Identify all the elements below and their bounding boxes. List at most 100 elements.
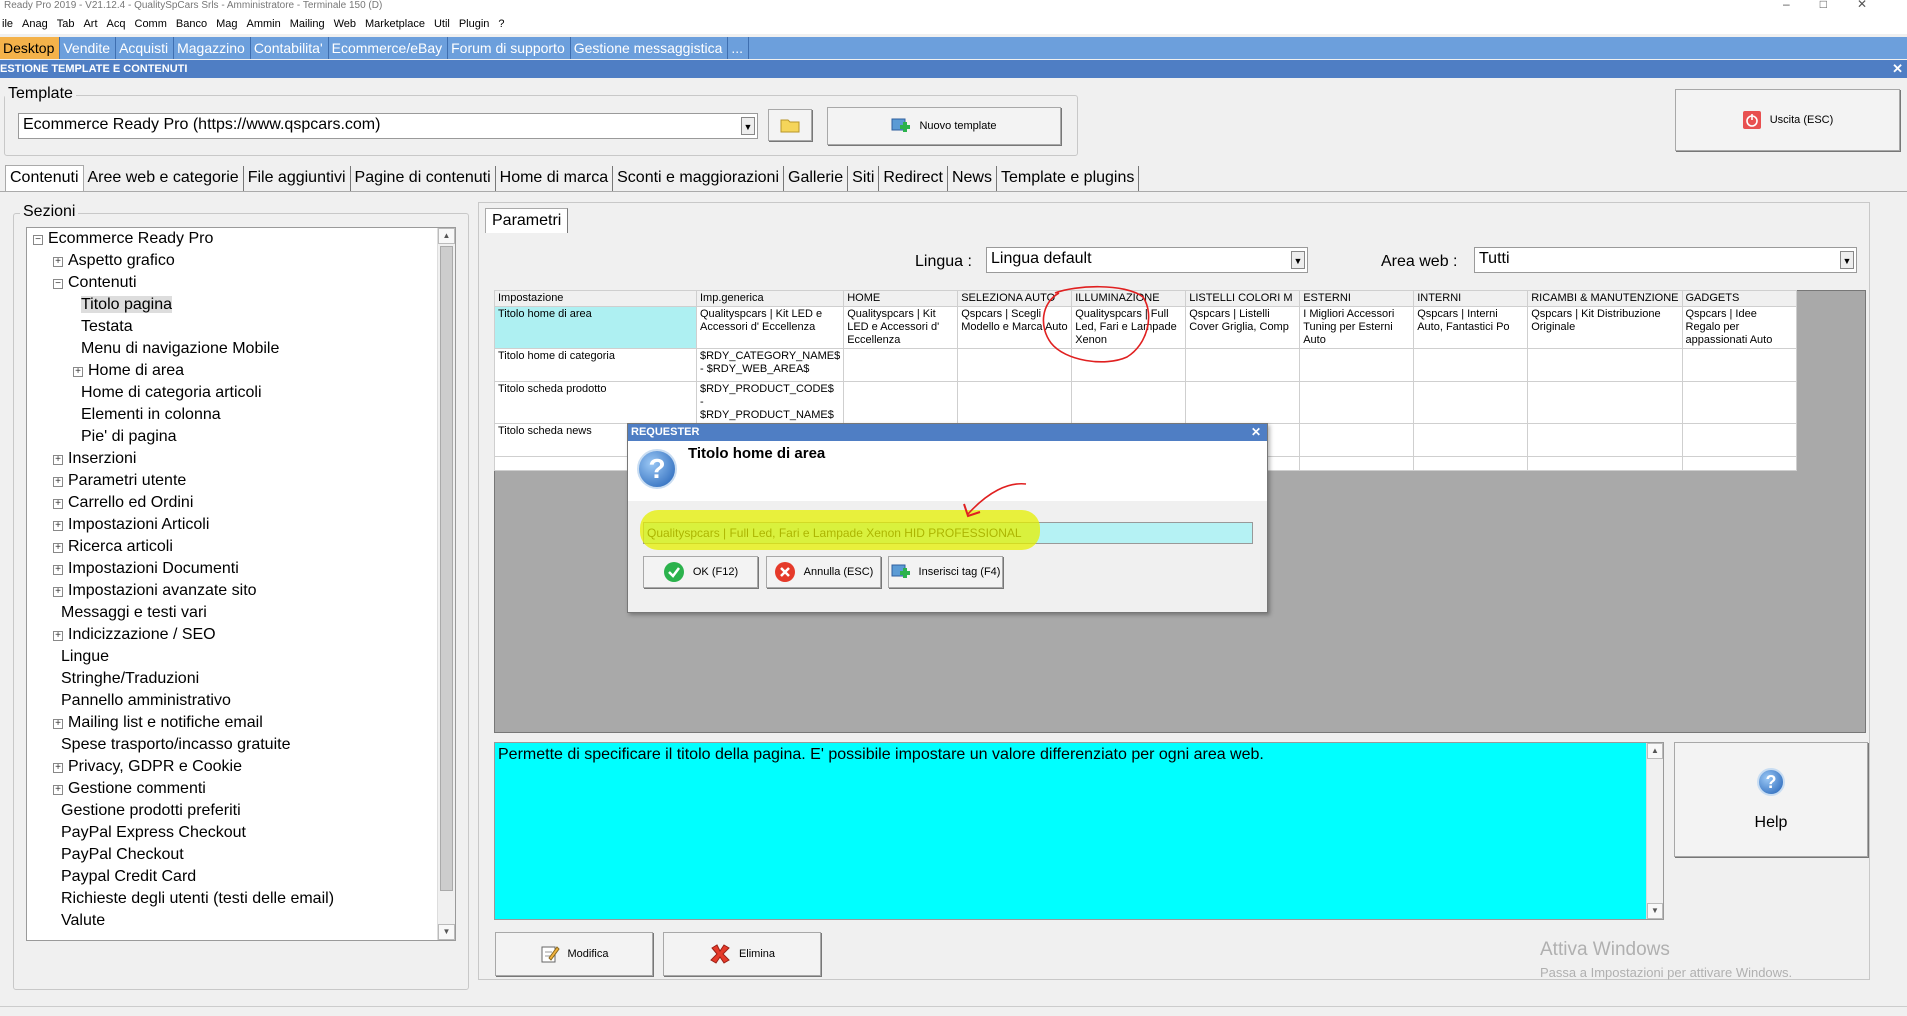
grid-cell[interactable]: Qspcars | Listelli Cover Griglia, Comp <box>1185 306 1301 349</box>
collapse-icon[interactable]: − <box>33 235 43 245</box>
section-close-icon[interactable]: ✕ <box>1892 60 1903 78</box>
dropdown-arrow-icon[interactable]: ▼ <box>741 117 755 135</box>
tree-item[interactable]: − Contenuti <box>53 272 137 294</box>
tree-item[interactable]: + Home di area <box>73 360 184 382</box>
tree-scroll-thumb[interactable] <box>440 246 453 891</box>
menu-item[interactable]: Plugin <box>457 14 490 34</box>
grid-cell[interactable] <box>1527 381 1683 424</box>
module-tab[interactable]: Forum di supporto <box>448 37 571 59</box>
window-controls[interactable]: –□✕ <box>1783 0 1897 10</box>
dropdown-arrow-icon[interactable]: ▼ <box>1840 251 1854 269</box>
grid-header[interactable]: RICAMBI & MANUTENZIONE <box>1527 290 1683 307</box>
tree-item[interactable]: + Carrello ed Ordini <box>53 492 193 514</box>
help-button[interactable]: ? Help <box>1674 742 1868 857</box>
expand-icon[interactable]: + <box>73 367 83 377</box>
grid-cell[interactable] <box>1185 381 1301 424</box>
content-tab[interactable]: Aree web e categorie <box>84 166 244 192</box>
tree-item[interactable]: + Ricerca articoli <box>53 536 173 558</box>
tree-item[interactable]: Testata <box>73 316 133 338</box>
grid-cell[interactable]: I Migliori Accessori Tuning per Esterni … <box>1299 306 1415 349</box>
grid-cell[interactable] <box>1299 348 1415 382</box>
grid-cell[interactable]: Qspcars | Kit Distribuzione Originale <box>1527 306 1683 349</box>
expand-icon[interactable]: + <box>53 785 63 795</box>
module-tab[interactable]: Magazzino <box>174 37 251 59</box>
grid-cell[interactable] <box>1071 381 1187 424</box>
module-tab[interactable]: Ecommerce/eBay <box>329 37 449 59</box>
grid-row[interactable]: Titolo scheda prodotto $RDY_PRODUCT_CODE$… <box>494 381 1797 424</box>
new-template-button[interactable]: Nuovo template <box>827 107 1061 145</box>
grid-cell[interactable] <box>1185 348 1301 382</box>
content-tab[interactable]: Template e plugins <box>997 166 1140 192</box>
dialog-insert-tag-button[interactable]: Inserisci tag (F4) <box>888 556 1003 588</box>
grid-header[interactable]: GADGETS <box>1681 290 1797 307</box>
grid-cell[interactable] <box>843 381 959 424</box>
grid-cell[interactable] <box>1681 348 1797 382</box>
tree-item[interactable]: Menu di navigazione Mobile <box>73 338 279 360</box>
tree-item[interactable]: + Parametri utente <box>53 470 186 492</box>
grid-cell[interactable] <box>1527 348 1683 382</box>
menu-item[interactable]: ? <box>496 14 504 34</box>
menu-item[interactable]: Banco <box>174 14 207 34</box>
content-tab[interactable]: News <box>948 166 997 192</box>
menu-item[interactable]: Art <box>81 14 97 34</box>
close-window-icon[interactable]: ✕ <box>1857 0 1897 11</box>
tree-item[interactable]: Richieste degli utenti (testi delle emai… <box>53 888 334 910</box>
menu-item[interactable]: Anag <box>20 14 48 34</box>
tab-parametri[interactable]: Parametri <box>485 208 569 233</box>
grid-header[interactable]: HOME <box>843 290 959 307</box>
scroll-down-icon[interactable]: ▼ <box>1647 903 1663 919</box>
grid-cell[interactable] <box>843 348 959 382</box>
grid-cell[interactable]: Qualityspcars | Kit LED e Accessori d' E… <box>843 306 959 349</box>
exit-button[interactable]: Uscita (ESC) <box>1675 89 1900 151</box>
menu-item[interactable]: Tab <box>55 14 75 34</box>
tree-item[interactable]: PayPal Checkout <box>53 844 184 866</box>
tree-item[interactable]: Elementi in colonna <box>73 404 221 426</box>
grid-cell[interactable] <box>1299 423 1415 457</box>
scroll-up-icon[interactable]: ▲ <box>438 228 455 244</box>
grid-cell[interactable]: Titolo home di categoria <box>494 348 697 382</box>
tree-scrollbar[interactable]: ▲ ▼ <box>437 228 455 940</box>
grid-header[interactable]: ESTERNI <box>1299 290 1415 307</box>
tree-item[interactable]: Pie' di pagina <box>73 426 177 448</box>
expand-icon[interactable]: + <box>53 499 63 509</box>
expand-icon[interactable]: + <box>53 763 63 773</box>
expand-icon[interactable]: + <box>53 587 63 597</box>
menu-item[interactable]: Marketplace <box>363 14 425 34</box>
module-tab[interactable]: Desktop <box>0 37 61 59</box>
grid-cell[interactable]: Titolo home di area <box>494 306 697 349</box>
grid-cell[interactable]: $RDY_CATEGORY_NAME$ - $RDY_WEB_AREA$ <box>695 348 845 382</box>
grid-cell[interactable] <box>1413 381 1529 424</box>
collapse-icon[interactable]: − <box>53 279 63 289</box>
tree-item[interactable]: Stringhe/Traduzioni <box>53 668 199 690</box>
area-web-select[interactable]: Tutti ▼ <box>1474 247 1857 273</box>
expand-icon[interactable]: + <box>53 719 63 729</box>
minimize-icon[interactable]: – <box>1783 0 1820 11</box>
tree-item[interactable]: + Mailing list e notifiche email <box>53 712 263 734</box>
expand-icon[interactable]: + <box>53 257 63 267</box>
grid-header[interactable]: INTERNI <box>1413 290 1529 307</box>
menu-item[interactable]: Comm <box>133 14 167 34</box>
grid-cell[interactable] <box>1527 423 1683 457</box>
dropdown-arrow-icon[interactable]: ▼ <box>1291 251 1305 269</box>
tree-item[interactable]: PayPal Express Checkout <box>53 822 246 844</box>
content-tab[interactable]: Home di marca <box>496 166 614 192</box>
scroll-down-icon[interactable]: ▼ <box>438 924 455 940</box>
menu-item[interactable]: Util <box>432 14 450 34</box>
tree-item[interactable]: Pannello amministrativo <box>53 690 231 712</box>
tree-item[interactable]: Titolo pagina <box>73 294 173 316</box>
module-tab[interactable]: Acquisti <box>116 37 175 59</box>
expand-icon[interactable]: + <box>53 543 63 553</box>
menu-item[interactable]: ile <box>0 14 13 34</box>
tree-item[interactable]: + Impostazioni Articoli <box>53 514 209 536</box>
content-tab[interactable]: File aggiuntivi <box>244 166 351 192</box>
content-tab[interactable]: Gallerie <box>784 166 849 192</box>
content-tab[interactable]: Pagine di contenuti <box>351 166 496 192</box>
scroll-up-icon[interactable]: ▲ <box>1647 743 1663 759</box>
grid-cell[interactable] <box>957 381 1073 424</box>
browse-folder-button[interactable] <box>768 109 812 141</box>
modifica-button[interactable]: Modifica <box>495 932 653 976</box>
lingua-select[interactable]: Lingua default ▼ <box>986 247 1308 273</box>
grid-cell[interactable]: Qspcars | Interni Auto, Fantastici Po <box>1413 306 1529 349</box>
grid-header[interactable]: Imp.generica <box>695 290 845 307</box>
tree-item[interactable]: + Privacy, GDPR e Cookie <box>53 756 242 778</box>
